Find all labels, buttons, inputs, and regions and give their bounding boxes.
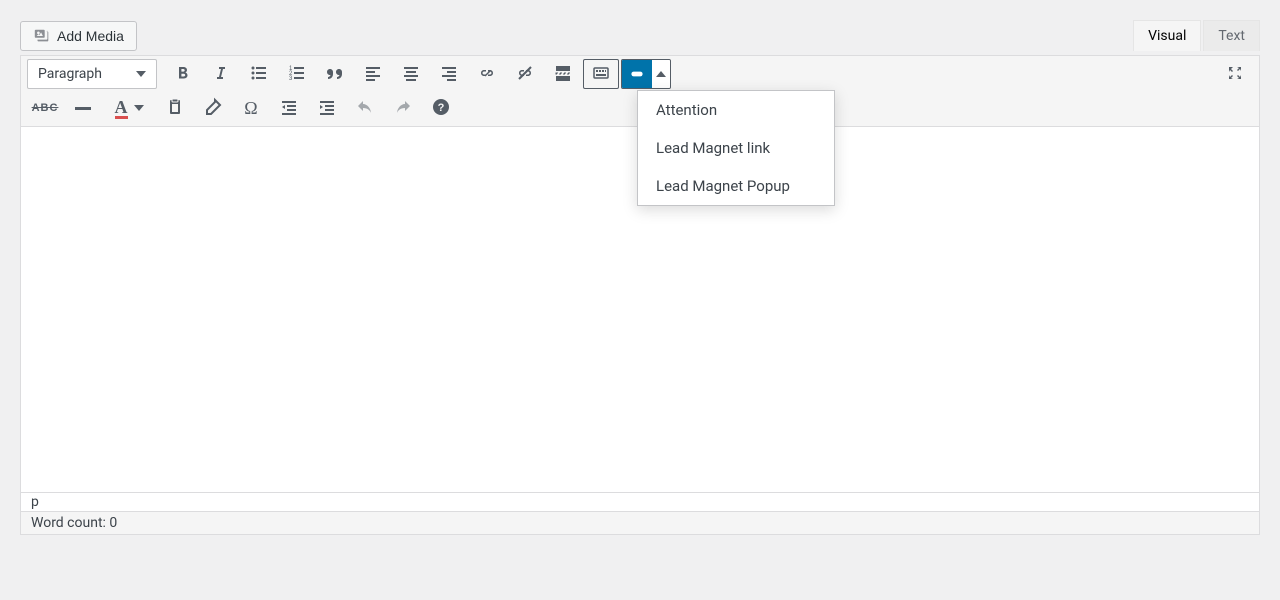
chevron-up-icon (656, 71, 666, 77)
numbered-list-icon: 123 (287, 63, 307, 86)
dropdown-arrow-button[interactable] (652, 60, 670, 88)
strikethrough-icon: ABC (32, 102, 59, 114)
bullet-list-button[interactable] (241, 59, 277, 89)
redo-button[interactable] (385, 93, 421, 123)
word-count: Word count: 0 (21, 512, 1259, 534)
align-right-icon (439, 63, 459, 86)
undo-icon (355, 97, 375, 120)
add-media-button[interactable]: Add Media (20, 21, 137, 51)
fullscreen-icon (1225, 63, 1245, 86)
horizontal-rule-button[interactable] (65, 93, 101, 123)
media-icon (33, 27, 51, 45)
align-left-button[interactable] (355, 59, 391, 89)
dropdown-item-lead-magnet-popup[interactable]: Lead Magnet Popup (638, 167, 834, 205)
chevron-down-icon (134, 105, 144, 111)
bullet-list-icon (249, 63, 269, 86)
dropdown-item-attention[interactable]: Attention (638, 91, 834, 129)
align-right-button[interactable] (431, 59, 467, 89)
status-bar: p Word count: 0 (21, 492, 1259, 534)
toolbar: Paragraph 123 ABC (21, 56, 1259, 127)
tab-text[interactable]: Text (1203, 20, 1260, 51)
svg-text:?: ? (438, 102, 445, 114)
link-icon (477, 63, 497, 86)
text-color-icon: A (115, 98, 128, 119)
editor: Paragraph 123 ABC (20, 55, 1260, 535)
blockquote-button[interactable] (317, 59, 353, 89)
help-button[interactable]: ? (423, 93, 459, 123)
editor-mode-tabs: Visual Text (1131, 20, 1260, 51)
format-select-label: Paragraph (38, 66, 102, 82)
element-path[interactable]: p (21, 493, 1259, 512)
toolbar-toggle-button[interactable] (583, 59, 619, 89)
keyboard-icon (591, 63, 611, 86)
text-color-button[interactable]: A (103, 93, 155, 123)
paste-text-button[interactable] (157, 93, 193, 123)
bold-button[interactable] (165, 59, 201, 89)
outdent-button[interactable] (271, 93, 307, 123)
tab-visual[interactable]: Visual (1133, 20, 1201, 51)
read-more-icon (553, 63, 573, 86)
unlink-button[interactable] (507, 59, 543, 89)
numbered-list-button[interactable]: 123 (279, 59, 315, 89)
hr-icon (75, 107, 91, 110)
align-left-icon (363, 63, 383, 86)
fullscreen-button[interactable] (1217, 59, 1253, 89)
chevron-down-icon (136, 71, 146, 77)
eraser-icon (203, 97, 223, 120)
italic-button[interactable] (203, 59, 239, 89)
indent-button[interactable] (309, 93, 345, 123)
read-more-button[interactable] (545, 59, 581, 89)
strikethrough-button[interactable]: ABC (27, 93, 63, 123)
dropdown-item-lead-magnet-link[interactable]: Lead Magnet link (638, 129, 834, 167)
indent-icon (317, 97, 337, 120)
format-select[interactable]: Paragraph (27, 59, 157, 89)
svg-text:3: 3 (289, 76, 293, 82)
word-count-label: Word count: (31, 515, 109, 531)
word-count-value: 0 (109, 515, 117, 531)
clear-formatting-button[interactable] (195, 93, 231, 123)
add-media-label: Add Media (57, 28, 124, 44)
help-icon: ? (431, 97, 451, 120)
redo-icon (393, 97, 413, 120)
unlink-icon (515, 63, 535, 86)
omega-icon: Ω (244, 98, 257, 119)
clipboard-icon (165, 97, 185, 120)
align-center-button[interactable] (393, 59, 429, 89)
special-char-button[interactable]: Ω (233, 93, 269, 123)
bold-icon (173, 63, 193, 86)
italic-icon (211, 63, 231, 86)
align-center-icon (401, 63, 421, 86)
outdent-icon (279, 97, 299, 120)
shortcode-dropdown: Attention Lead Magnet link Lead Magnet P… (637, 90, 835, 206)
quote-icon (325, 63, 345, 86)
link-button[interactable] (469, 59, 505, 89)
shortcode-icon (622, 60, 652, 88)
undo-button[interactable] (347, 93, 383, 123)
shortcode-split-button[interactable] (621, 59, 671, 89)
